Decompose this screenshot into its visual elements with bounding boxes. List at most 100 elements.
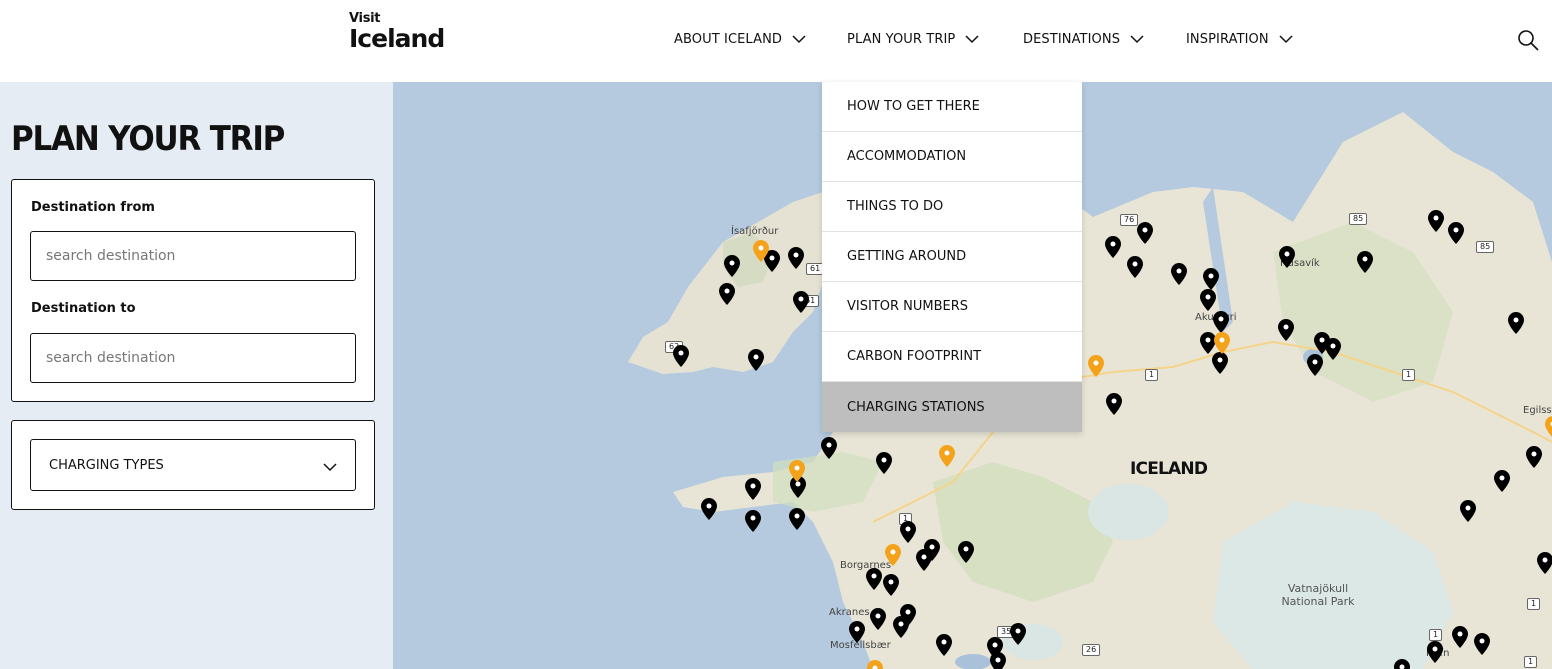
charging-station-pin[interactable] [673, 345, 689, 367]
menu-item-accommodation[interactable]: ACCOMMODATION [822, 132, 1082, 182]
nav-plan-your-trip[interactable]: PLAN YOUR TRIP [847, 29, 979, 49]
logo-line-2: Iceland [349, 24, 445, 53]
charging-station-pin[interactable] [893, 616, 909, 638]
charging-station-pin[interactable] [1428, 210, 1444, 232]
menu-item-getting-around[interactable]: GETTING AROUND [822, 232, 1082, 282]
charging-station-pin[interactable] [1010, 623, 1026, 645]
map-pin-icon [1137, 222, 1153, 244]
charging-station-pin[interactable] [936, 634, 952, 656]
charging-station-pin[interactable] [1137, 222, 1153, 244]
charging-station-pin[interactable] [1448, 222, 1464, 244]
map-pin-icon [789, 460, 805, 482]
charging-station-pin[interactable] [1127, 256, 1143, 278]
map-pin-icon [1203, 268, 1219, 290]
charging-station-pin[interactable] [883, 574, 899, 596]
search-button[interactable] [1517, 29, 1539, 51]
charging-station-pin[interactable] [1278, 319, 1294, 341]
map-pin-icon [1357, 251, 1373, 273]
fast-charging-station-pin[interactable] [1088, 355, 1104, 377]
map-pin-icon [821, 437, 837, 459]
nav-label: PLAN YOUR TRIP [847, 31, 956, 47]
charging-station-pin[interactable] [1494, 470, 1510, 492]
map-pin-icon [1537, 552, 1552, 574]
map-pin-icon [1307, 354, 1323, 376]
charging-station-pin[interactable] [793, 291, 809, 313]
charging-station-pin[interactable] [1105, 236, 1121, 258]
destination-from-input[interactable] [30, 231, 356, 281]
charging-station-pin[interactable] [724, 255, 740, 277]
map-pin-icon [793, 291, 809, 313]
map-pin-icon [883, 574, 899, 596]
charging-station-pin[interactable] [788, 247, 804, 269]
menu-item-how-to-get-there[interactable]: HOW TO GET THERE [822, 82, 1082, 132]
charging-station-pin[interactable] [701, 498, 717, 520]
map-pin-icon [1214, 332, 1230, 354]
charging-station-pin[interactable] [748, 349, 764, 371]
charging-station-pin[interactable] [1452, 626, 1468, 648]
charging-station-pin[interactable] [1106, 393, 1122, 415]
fast-charging-station-pin[interactable] [885, 544, 901, 566]
nav-destinations[interactable]: DESTINATIONS [1023, 29, 1144, 49]
charging-station-pin[interactable] [876, 452, 892, 474]
charging-station-pin[interactable] [849, 621, 865, 643]
charging-station-pin[interactable] [1307, 354, 1323, 376]
map-pin-icon [1325, 338, 1341, 360]
charging-station-pin[interactable] [1526, 446, 1542, 468]
fast-charging-station-pin[interactable] [939, 445, 955, 467]
charging-station-pin[interactable] [1394, 659, 1410, 669]
charging-station-pin[interactable] [866, 568, 882, 590]
charging-station-pin[interactable] [1427, 641, 1443, 663]
park-label-line-1: Vatnajökull [1287, 582, 1349, 595]
visit-iceland-logo[interactable]: Visit Iceland [349, 12, 445, 53]
map-pin-icon [936, 634, 952, 656]
fast-charging-station-pin[interactable] [1545, 416, 1552, 438]
map-pin-icon [745, 478, 761, 500]
charging-station-pin[interactable] [745, 510, 761, 532]
charging-station-pin[interactable] [1171, 263, 1187, 285]
charging-station-pin[interactable] [821, 437, 837, 459]
fast-charging-station-pin[interactable] [1214, 332, 1230, 354]
map-pin-icon [1088, 355, 1104, 377]
nav-about-iceland[interactable]: ABOUT ICELAND [674, 29, 806, 49]
charging-station-pin[interactable] [1474, 633, 1490, 655]
menu-item-things-to-do[interactable]: THINGS TO DO [822, 182, 1082, 232]
charging-station-pin[interactable] [958, 541, 974, 563]
destination-card: Destination from Destination to [11, 179, 375, 402]
charging-station-pin[interactable] [789, 508, 805, 530]
menu-item-carbon-footprint[interactable]: CARBON FOOTPRINT [822, 332, 1082, 382]
chevron-down-icon [1279, 34, 1293, 43]
charging-station-pin[interactable] [745, 478, 761, 500]
charging-station-pin[interactable] [1279, 246, 1295, 268]
charging-station-pin[interactable] [924, 539, 940, 561]
nav-inspiration[interactable]: INSPIRATION [1186, 29, 1293, 49]
charging-types-select[interactable]: CHARGING TYPES [30, 439, 356, 491]
menu-item-visitor-numbers[interactable]: VISITOR NUMBERS [822, 282, 1082, 332]
road-badge: 85 [1349, 213, 1368, 225]
charging-station-pin[interactable] [1213, 311, 1229, 333]
map-pin-icon [753, 240, 769, 262]
menu-item-charging-stations[interactable]: CHARGING STATIONS [822, 382, 1082, 432]
charging-station-pin[interactable] [990, 652, 1006, 669]
charging-station-pin[interactable] [719, 283, 735, 305]
road-badge: 1 [1429, 629, 1443, 641]
charging-station-pin[interactable] [900, 521, 916, 543]
charging-station-pin[interactable] [1325, 338, 1341, 360]
charging-station-pin[interactable] [870, 608, 886, 630]
map-pin-icon [724, 255, 740, 277]
map-pin-icon [748, 349, 764, 371]
fast-charging-station-pin[interactable] [753, 240, 769, 262]
map-pin-icon [1452, 626, 1468, 648]
charging-station-pin[interactable] [1203, 268, 1219, 290]
charging-station-pin[interactable] [1212, 352, 1228, 374]
map-pin-icon [1105, 236, 1121, 258]
charging-station-pin[interactable] [1200, 289, 1216, 311]
fast-charging-station-pin[interactable] [867, 660, 883, 669]
destination-to-input[interactable] [30, 333, 356, 383]
charging-station-pin[interactable] [1508, 312, 1524, 334]
country-label: ICELAND [1130, 459, 1208, 479]
trip-planner-sidebar: PLAN YOUR TRIP Destination from Destinat… [0, 82, 393, 669]
charging-station-pin[interactable] [1537, 552, 1552, 574]
charging-station-pin[interactable] [1460, 500, 1476, 522]
charging-station-pin[interactable] [1357, 251, 1373, 273]
fast-charging-station-pin[interactable] [789, 460, 805, 482]
